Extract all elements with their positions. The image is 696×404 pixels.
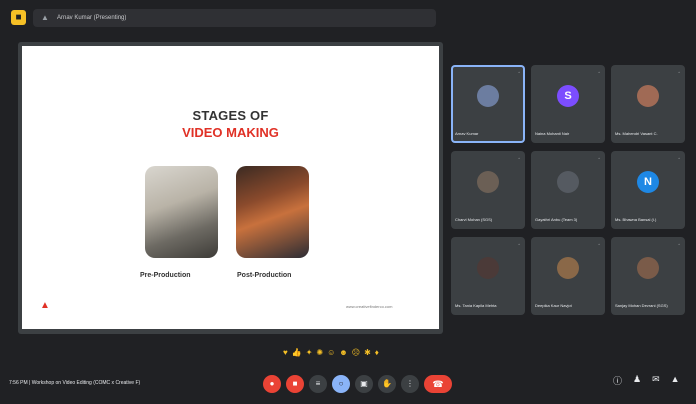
- thumbs-up-icon[interactable]: 👍: [292, 347, 302, 359]
- presenting-banner[interactable]: ▲ Arnav Kumar (Presenting): [33, 9, 436, 27]
- clap-icon[interactable]: ✺: [316, 347, 323, 359]
- sad-icon[interactable]: ☹: [352, 347, 360, 359]
- participant-avatar: [477, 85, 499, 107]
- party-icon[interactable]: ✦: [306, 347, 313, 359]
- meeting-info: 7:56 PM | Workshop on Video Editing (COM…: [9, 380, 141, 386]
- meet-logo: ■: [11, 10, 26, 25]
- pre-production-label: Pre-Production: [140, 272, 191, 279]
- participant-avatar: [637, 257, 659, 279]
- participant-tile[interactable]: N ◦ Ms. Bhawna Bansal (I.): [611, 151, 685, 229]
- captions-icon[interactable]: ≡: [309, 375, 327, 393]
- more-icon[interactable]: ⋮: [401, 375, 419, 393]
- participant-avatar: [557, 171, 579, 193]
- present-screen-icon: ▲: [41, 13, 49, 22]
- slide-title-highlight: VIDEO MAKING: [182, 125, 279, 140]
- mic-off-icon: ◦: [518, 70, 520, 76]
- mic-off-icon: ◦: [518, 156, 520, 162]
- participant-tile[interactable]: ◦ Ms. Tania Kapila Mehta: [451, 237, 525, 315]
- mic-off-icon[interactable]: ●: [263, 375, 281, 393]
- participant-avatar: [557, 257, 579, 279]
- participant-tile[interactable]: ◦ Ms. Mahendri Vasant C.: [611, 65, 685, 143]
- camera-off-icon[interactable]: ■: [286, 375, 304, 393]
- participant-tile[interactable]: ◦ Sanjay Mohan Devrani (SGS): [611, 237, 685, 315]
- brand-logo-icon: ▲: [40, 300, 50, 311]
- end-call-icon[interactable]: ☎: [424, 375, 452, 393]
- participant-name: Ms. Tania Kapila Mehta: [455, 303, 497, 308]
- people-icon[interactable]: ♟: [633, 374, 641, 387]
- participant-name: Charvi Mohan (SGS): [455, 217, 493, 222]
- participant-tile[interactable]: ◦ Arnav Kumar: [451, 65, 525, 143]
- surprised-icon[interactable]: ☻: [339, 347, 347, 359]
- participant-name: Naina Mohanti Nair: [535, 131, 570, 136]
- activities-icon[interactable]: ▲: [671, 374, 680, 387]
- chat-icon[interactable]: ✉: [652, 374, 660, 387]
- mic-off-icon: ◦: [598, 242, 600, 248]
- participant-avatar: N: [637, 171, 659, 193]
- slide-footer-url: www.creativefinderco.com: [346, 304, 393, 309]
- reaction-bar: ♥ 👍 ✦ ✺ ☺ ☻ ☹ ✱ ♦: [283, 347, 428, 359]
- side-controls: ⓘ ♟ ✉ ▲: [613, 374, 680, 387]
- post-production-image: [236, 166, 309, 258]
- participant-name: Sanjay Mohan Devrani (SGS): [615, 303, 668, 308]
- mic-off-icon: ◦: [518, 242, 520, 248]
- participant-tile[interactable]: ◦ Deepika Kaur Navjot: [531, 237, 605, 315]
- mic-off-icon: ◦: [598, 70, 600, 76]
- thumbs-down-icon[interactable]: ♦: [375, 347, 379, 359]
- mic-off-icon: ◦: [678, 70, 680, 76]
- participant-tile[interactable]: ◦ Charvi Mohan (SGS): [451, 151, 525, 229]
- mic-off-icon: ◦: [678, 242, 680, 248]
- post-production-label: Post-Production: [237, 272, 292, 279]
- participant-name: Ms. Mahendri Vasant C.: [615, 131, 658, 136]
- call-controls: ● ■ ≡ ○ ▣ ✋ ⋮ ☎: [263, 372, 452, 396]
- participant-name: Gayathri Anbu (Team 3): [535, 217, 578, 222]
- laugh-icon[interactable]: ☺: [327, 347, 335, 359]
- participant-name: Ms. Bhawna Bansal (I.): [615, 217, 657, 222]
- presentation-slide: STAGES OF VIDEO MAKING Pre-Production Po…: [22, 46, 439, 329]
- participant-tile[interactable]: S ◦ Naina Mohanti Nair: [531, 65, 605, 143]
- participant-tile[interactable]: ◦ Gayathri Anbu (Team 3): [531, 151, 605, 229]
- heart-icon[interactable]: ♥: [283, 347, 288, 359]
- raise-hand-icon[interactable]: ✋: [378, 375, 396, 393]
- thinking-icon[interactable]: ✱: [364, 347, 371, 359]
- mic-off-icon: ◦: [598, 156, 600, 162]
- info-icon[interactable]: ⓘ: [613, 374, 622, 387]
- emoji-icon[interactable]: ○: [332, 375, 350, 393]
- mic-off-icon: ◦: [678, 156, 680, 162]
- participant-name: Arnav Kumar: [455, 131, 479, 136]
- participant-avatar: [477, 257, 499, 279]
- participant-avatar: [477, 171, 499, 193]
- participant-name: Deepika Kaur Navjot: [535, 303, 572, 308]
- participant-avatar: [637, 85, 659, 107]
- present-icon[interactable]: ▣: [355, 375, 373, 393]
- top-bar: ■ ▲ Arnav Kumar (Presenting): [0, 0, 696, 36]
- pre-production-image: [145, 166, 218, 258]
- slide-title: STAGES OF: [192, 108, 269, 123]
- participant-avatar: S: [557, 85, 579, 107]
- presenting-label: Arnav Kumar (Presenting): [57, 15, 127, 21]
